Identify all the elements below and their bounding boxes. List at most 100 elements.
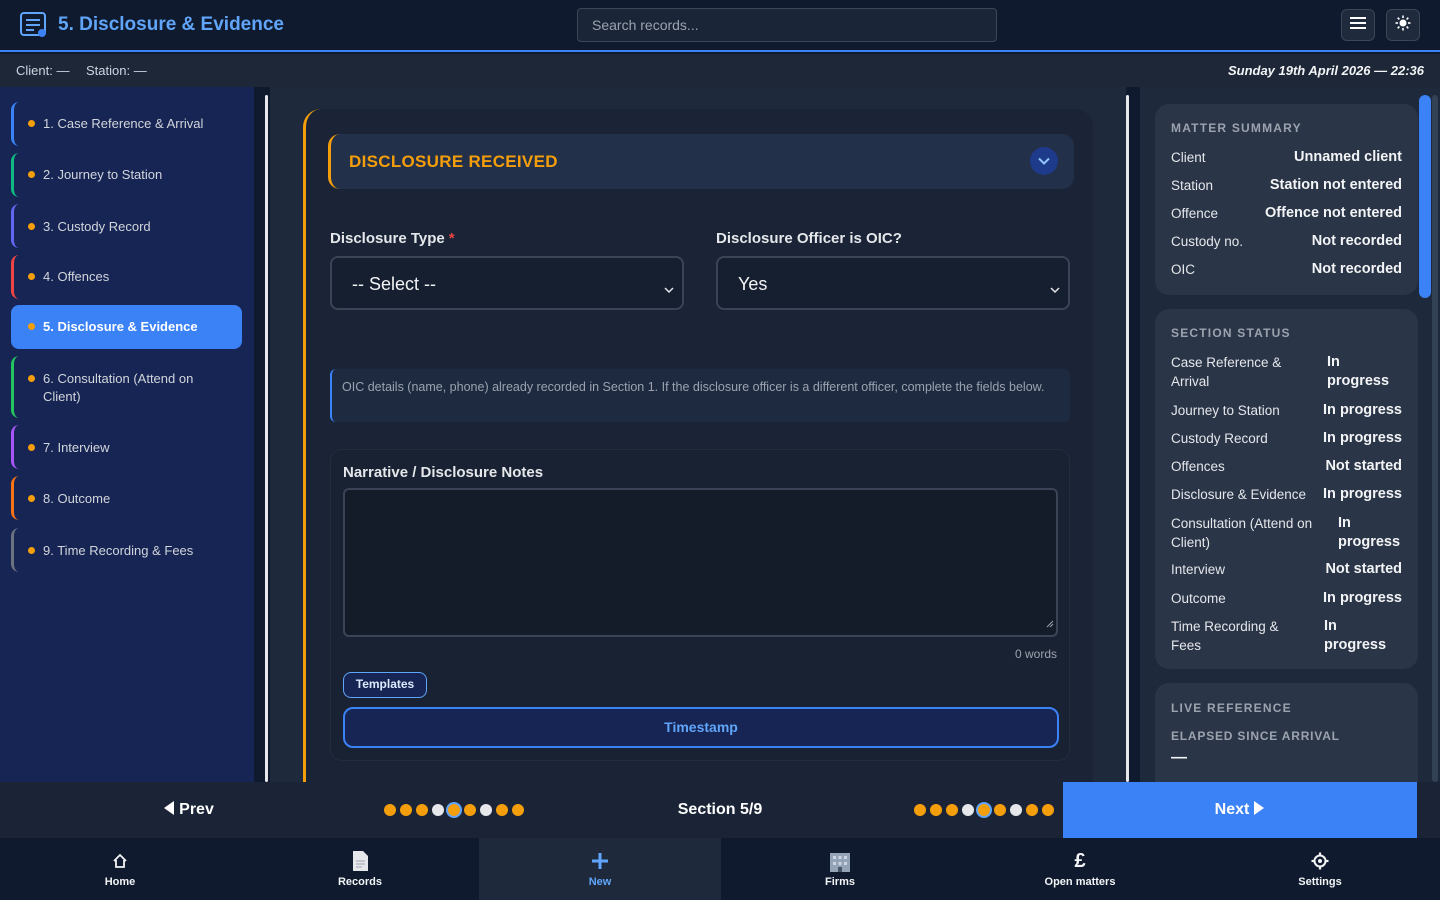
sidebar-item-time-recording[interactable]: 9. Time Recording & Fees <box>11 528 242 572</box>
progress-dot[interactable] <box>1026 804 1038 816</box>
progress-dot[interactable] <box>914 804 926 816</box>
summary-key: Custody no. <box>1171 234 1244 249</box>
officer-oic-select[interactable]: Yes <box>716 256 1070 310</box>
sidebar-item-interview[interactable]: 7. Interview <box>11 425 242 469</box>
status-value: Not started <box>1325 561 1402 577</box>
status-value: In progress <box>1323 402 1402 418</box>
status-value: Not started <box>1325 458 1402 474</box>
app-header: 5. Disclosure & Evidence <box>0 0 1440 52</box>
tab-settings[interactable]: Settings <box>1200 838 1440 900</box>
summary-key: Client <box>1171 150 1206 165</box>
elapsed-value: — <box>1171 749 1187 766</box>
progress-dot[interactable] <box>480 804 492 816</box>
notes-card: Narrative / Disclosure Notes 0 words Tem… <box>330 449 1070 761</box>
status-dot <box>28 547 35 554</box>
next-button[interactable]: Next <box>1063 782 1417 838</box>
sidebar-item-disclosure[interactable]: 5. Disclosure & Evidence <box>11 305 242 349</box>
collapse-button[interactable] <box>1030 147 1058 175</box>
section-status-card: SECTION STATUS Case Reference & Arrival … <box>1155 309 1418 669</box>
scrollbar-track[interactable] <box>1432 95 1438 782</box>
menu-button[interactable] <box>1341 9 1375 41</box>
notes-textarea[interactable] <box>343 488 1058 637</box>
live-reference-title: LIVE REFERENCE <box>1171 701 1292 715</box>
info-note: OIC details (name, phone) already record… <box>330 369 1070 422</box>
summary-value: Not recorded <box>1311 233 1402 249</box>
tab-firms[interactable]: Firms <box>720 838 960 900</box>
matter-summary-title: MATTER SUMMARY <box>1171 121 1302 135</box>
plus-icon <box>591 850 609 872</box>
timestamp-button[interactable]: Timestamp <box>343 707 1059 748</box>
status-key: Time Recording & Fees <box>1171 619 1279 653</box>
theme-toggle-button[interactable] <box>1386 9 1420 41</box>
word-count: 0 words <box>1014 647 1057 661</box>
gear-icon <box>1311 850 1329 872</box>
status-key: Outcome <box>1171 591 1226 606</box>
status-key: Interview <box>1171 562 1226 577</box>
section-sidebar: 1. Case Reference & Arrival 2. Journey t… <box>0 87 254 782</box>
pound-icon: £ <box>1074 849 1086 872</box>
tab-home[interactable]: Home <box>0 838 240 900</box>
status-key: Disclosure & Evidence <box>1171 487 1307 502</box>
progress-dot[interactable] <box>512 804 524 816</box>
status-dot <box>28 223 35 230</box>
status-key: Case Reference & Arrival <box>1171 355 1282 389</box>
sidebar-item-offences[interactable]: 4. Offences <box>11 255 242 299</box>
tab-new[interactable]: New <box>479 838 721 900</box>
status-value: In progress <box>1338 515 1401 550</box>
progress-dot[interactable] <box>416 804 428 816</box>
client-indicator: Client: — <box>16 63 70 78</box>
tab-records[interactable]: Records <box>240 838 480 900</box>
progress-dot[interactable] <box>930 804 942 816</box>
progress-dot[interactable] <box>432 804 444 816</box>
section-card: DISCLOSURE RECEIVED Disclosure Type * -- … <box>303 109 1093 782</box>
progress-dot[interactable] <box>962 804 974 816</box>
required-marker: * <box>448 230 455 247</box>
progress-dot-current[interactable] <box>978 804 990 816</box>
summary-key: Station <box>1171 178 1214 193</box>
sidebar-item-outcome[interactable]: 8. Outcome <box>11 476 242 520</box>
scrollbar-thumb[interactable] <box>1419 95 1431 298</box>
progress-dot[interactable] <box>946 804 958 816</box>
current-datetime: Sunday 19th April 2026 — 22:36 <box>1227 63 1424 78</box>
progress-dot[interactable] <box>384 804 396 816</box>
matter-summary-card: MATTER SUMMARY Client Unnamed client Sta… <box>1155 104 1418 295</box>
status-value: In progress <box>1323 430 1402 446</box>
context-bar: Client: — Station: — Sunday 19th April 2… <box>0 54 1440 87</box>
progress-dot[interactable] <box>496 804 508 816</box>
prev-button[interactable]: Prev <box>0 782 377 838</box>
status-value: In progress <box>1323 590 1402 606</box>
progress-dots-right <box>914 804 1054 816</box>
summary-key: Offence <box>1171 206 1219 221</box>
officer-oic-label: Disclosure Officer is OIC? <box>716 230 902 247</box>
resize-handle-icon[interactable] <box>1046 615 1054 633</box>
progress-dot[interactable] <box>464 804 476 816</box>
templates-button[interactable]: Templates <box>343 672 427 698</box>
document-icon <box>351 850 369 872</box>
sidebar-item-journey[interactable]: 2. Journey to Station <box>11 153 242 197</box>
disclosure-type-label: Disclosure Type * <box>330 230 455 247</box>
status-dot <box>28 273 35 280</box>
building-icon <box>828 850 852 872</box>
tab-open-matters[interactable]: £ Open matters <box>960 838 1200 900</box>
sidebar-item-custody-record[interactable]: 3. Custody Record <box>11 204 242 248</box>
progress-dot[interactable] <box>1042 804 1054 816</box>
status-dot <box>28 375 35 382</box>
section-title: DISCLOSURE RECEIVED <box>349 152 558 171</box>
progress-dot[interactable] <box>1010 804 1022 816</box>
status-value: In progress <box>1327 354 1390 389</box>
station-indicator: Station: — <box>86 63 147 78</box>
chevron-down-icon <box>664 278 674 299</box>
progress-dot-current[interactable] <box>448 804 460 816</box>
progress-dots-left <box>384 804 524 816</box>
disclosure-type-select[interactable]: -- Select -- <box>330 256 684 310</box>
section-header[interactable]: DISCLOSURE RECEIVED <box>328 134 1074 189</box>
summary-value: Unnamed client <box>1294 149 1402 165</box>
sidebar-item-case-reference[interactable]: 1. Case Reference & Arrival <box>11 102 242 146</box>
sidebar-item-consultation[interactable]: 6. Consultation (Attend on Client) <box>11 356 242 418</box>
elapsed-label: ELAPSED SINCE ARRIVAL <box>1171 729 1340 743</box>
progress-dot[interactable] <box>400 804 412 816</box>
page-title: 5. Disclosure & Evidence <box>58 14 284 35</box>
progress-dot[interactable] <box>994 804 1006 816</box>
search-input[interactable] <box>577 8 997 42</box>
status-key: Journey to Station <box>1171 403 1280 418</box>
